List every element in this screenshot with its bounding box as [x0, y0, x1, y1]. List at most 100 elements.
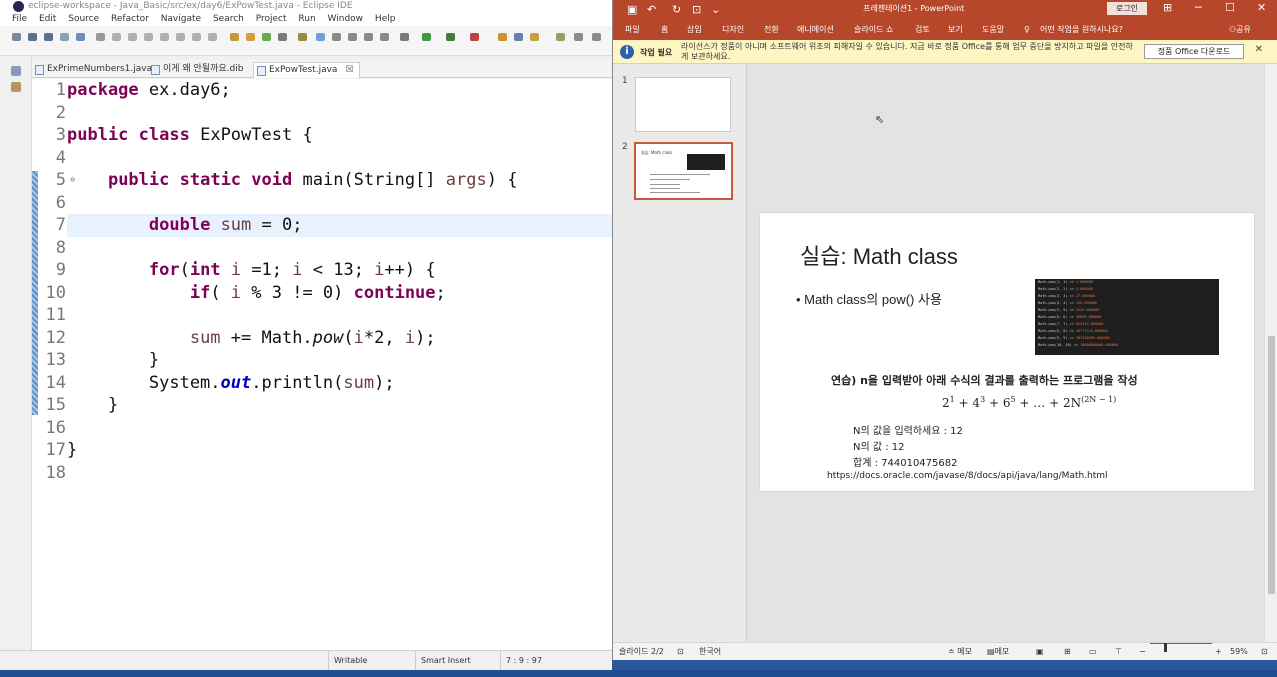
tab-exprimenumbers1[interactable]: ExPrimeNumbers1.java	[32, 62, 152, 78]
open-folder-icon[interactable]	[498, 33, 507, 41]
exercise-heading[interactable]: 연습) n을 입력받아 아래 수식의 결과를 출력하는 프로그램을 작성	[831, 372, 1138, 388]
comments-button[interactable]: ▤ 메모	[987, 643, 1009, 660]
tab-dib-file[interactable]: 이게 왜 안될까요.dib	[148, 62, 243, 78]
slide-sorter-icon[interactable]: ⊞	[1064, 643, 1071, 660]
tab-review[interactable]: 검토	[915, 19, 930, 40]
show-whitespace-icon[interactable]	[364, 33, 373, 41]
menu-edit[interactable]: Edit	[39, 14, 56, 24]
menu-project[interactable]: Project	[256, 14, 287, 24]
minimize-icon[interactable]: ─	[1195, 1, 1202, 14]
word-wrap-icon[interactable]	[332, 33, 341, 41]
step-return-icon[interactable]	[208, 33, 217, 41]
terminal-icon[interactable]	[76, 33, 85, 41]
package-explorer-icon[interactable]	[11, 66, 21, 76]
ribbon-display-icon[interactable]: ⊞	[1163, 1, 1172, 14]
run-icon[interactable]	[422, 33, 431, 41]
coverage-icon[interactable]	[446, 33, 455, 41]
search-icon[interactable]	[514, 33, 523, 41]
highlight-toggle-icon[interactable]	[316, 33, 325, 41]
forward-icon[interactable]	[592, 33, 601, 41]
notes-button[interactable]: ≐ 메모	[948, 643, 972, 660]
menu-help[interactable]: Help	[375, 14, 396, 24]
menu-run[interactable]: Run	[298, 14, 315, 24]
tab-slideshow[interactable]: 슬라이드 쇼	[854, 19, 893, 40]
mark-occurrences-icon[interactable]	[298, 33, 307, 41]
annotation-icon[interactable]	[530, 33, 539, 41]
code-text[interactable]: package ex.day6; public class ExPowTest …	[67, 79, 612, 484]
dropdown-icon[interactable]	[278, 33, 287, 41]
pilcrow-icon[interactable]	[380, 33, 389, 41]
vertical-scrollbar[interactable]	[1264, 64, 1277, 642]
sample-output-line[interactable]: 합계 : 744010475682	[853, 454, 957, 469]
save-icon[interactable]	[28, 33, 37, 41]
back-icon[interactable]	[574, 33, 583, 41]
docs-link[interactable]: https://docs.oracle.com/javase/8/docs/ap…	[827, 471, 1108, 481]
outline-icon[interactable]	[11, 82, 21, 92]
reading-view-icon[interactable]: ▭	[1089, 643, 1097, 660]
slideshow-view-icon[interactable]: ⊤	[1115, 643, 1122, 660]
zoom-level[interactable]: 59%	[1230, 643, 1248, 660]
slide-bullet[interactable]: • Math class의 pow() 사용	[796, 289, 942, 308]
customize-qat-icon[interactable]: ⌄	[711, 3, 720, 16]
close-icon[interactable]: ☒	[345, 65, 353, 75]
close-window-icon[interactable]: ✕	[1257, 1, 1266, 14]
sample-output-line[interactable]: N의 값을 입력하세요 : 12	[853, 422, 963, 437]
normal-view-icon[interactable]: ▣	[1036, 643, 1044, 660]
tab-design[interactable]: 디자인	[722, 19, 744, 40]
share-button[interactable]: ⚇ 공유	[1229, 19, 1251, 40]
menu-search[interactable]: Search	[213, 14, 244, 24]
login-button[interactable]: 로그인	[1107, 2, 1147, 15]
scrollbar-thumb[interactable]	[1268, 336, 1275, 594]
zoom-slider-track[interactable]	[1150, 643, 1212, 644]
sample-output-line[interactable]: N의 값 : 12	[853, 438, 905, 453]
menu-source[interactable]: Source	[68, 14, 99, 24]
new-icon[interactable]	[12, 33, 21, 41]
resume-icon[interactable]	[112, 33, 121, 41]
new-class-icon[interactable]	[262, 33, 271, 41]
tell-me-icon[interactable]: ♀	[1024, 19, 1030, 40]
code-editor[interactable]: 1 2 3 4 5 ⊖ 6 7 8 9 10 11 12 13 14 15 16 …	[32, 79, 612, 650]
new-package-icon[interactable]	[246, 33, 255, 41]
tab-transitions[interactable]: 전환	[764, 19, 779, 40]
undo-icon[interactable]: ↶	[647, 3, 656, 16]
block-select-icon[interactable]	[348, 33, 357, 41]
close-icon[interactable]: ✕	[1255, 44, 1263, 55]
print-icon[interactable]	[60, 33, 69, 41]
tab-animations[interactable]: 애니메이션	[797, 19, 834, 40]
language-indicator[interactable]: 한국어	[699, 643, 721, 660]
menu-refactor[interactable]: Refactor	[111, 14, 149, 24]
slide-editing-area[interactable]: ⇖ 실습: Math class • Math class의 pow() 사용 …	[747, 64, 1264, 642]
tab-file[interactable]: 파일	[625, 19, 640, 40]
menu-file[interactable]: File	[12, 14, 27, 24]
external-tools-icon[interactable]	[470, 33, 479, 41]
open-type-icon[interactable]	[230, 33, 239, 41]
menu-window[interactable]: Window	[328, 14, 364, 24]
suspend-icon[interactable]	[128, 33, 137, 41]
zoom-slider-thumb[interactable]	[1164, 643, 1167, 652]
debug-icon[interactable]	[400, 33, 409, 41]
menu-navigate[interactable]: Navigate	[161, 14, 201, 24]
current-slide[interactable]: 실습: Math class • Math class의 pow() 사용 Ma…	[760, 213, 1254, 491]
save-icon[interactable]: ▣	[627, 3, 637, 16]
save-all-icon[interactable]	[44, 33, 53, 41]
zoom-out-icon[interactable]: −	[1139, 643, 1146, 660]
fit-to-window-icon[interactable]: ⊡	[1261, 643, 1268, 660]
tab-insert[interactable]: 삽입	[687, 19, 702, 40]
step-over-icon[interactable]	[192, 33, 201, 41]
skip-breakpoints-icon[interactable]	[96, 33, 105, 41]
step-into-icon[interactable]	[176, 33, 185, 41]
tab-view[interactable]: 보기	[948, 19, 963, 40]
zoom-in-icon[interactable]: +	[1215, 643, 1222, 660]
math-formula[interactable]: 21 + 43 + 65 + … + 2N(2N − 1)	[942, 395, 1116, 410]
tell-me-input[interactable]: 어떤 작업을 원하시나요?	[1040, 19, 1123, 40]
tab-home[interactable]: 홈	[661, 19, 668, 40]
slide-title[interactable]: 실습: Math class	[800, 239, 958, 271]
disconnect-icon[interactable]	[160, 33, 169, 41]
console-output-image[interactable]: Math.pow(1, 1) => 1.000000 Math.pow(2, 2…	[1035, 279, 1219, 355]
terminate-icon[interactable]	[144, 33, 153, 41]
next-annotation-icon[interactable]	[556, 33, 565, 41]
maximize-icon[interactable]: ☐	[1225, 1, 1235, 14]
tab-expowtest[interactable]: ExPowTest.java ☒	[253, 62, 361, 78]
slide-thumbnail-2[interactable]: 실습: Math class	[634, 142, 733, 200]
slideshow-start-icon[interactable]: ⊡	[692, 3, 701, 16]
